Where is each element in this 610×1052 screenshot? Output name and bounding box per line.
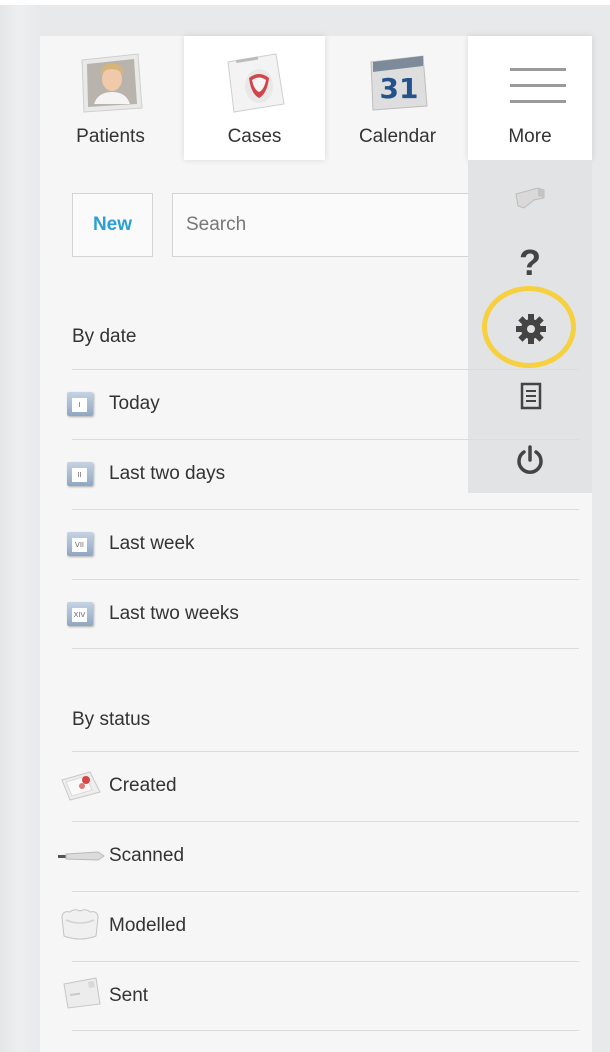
window-top-strip: [0, 0, 610, 5]
settings-highlight-circle: [482, 286, 576, 368]
top-navigation: Patients Cases 31 Calendar More: [40, 36, 592, 160]
list-divider: [72, 1030, 579, 1031]
list-item-last-two-days[interactable]: II Last two days: [67, 439, 579, 509]
list-item-label: Today: [109, 393, 160, 414]
help-question-icon: ?: [519, 242, 541, 283]
list-item-modelled[interactable]: Modelled: [61, 891, 579, 961]
calendar-day-icon: VII: [67, 532, 93, 556]
created-case-icon: [61, 771, 101, 801]
search-placeholder: Search: [186, 214, 247, 235]
calendar-day-icon: XIV: [67, 602, 93, 626]
calendar-day: 31: [380, 72, 419, 105]
nav-calendar[interactable]: 31 Calendar: [327, 36, 468, 160]
calendar-numeral: XIV: [72, 608, 87, 622]
nav-cases[interactable]: Cases: [184, 36, 325, 160]
list-item-label: Modelled: [109, 915, 187, 936]
list-item-today[interactable]: I Today: [67, 369, 579, 439]
by-status-heading: By status: [72, 709, 151, 730]
list-item-scanned[interactable]: Scanned: [58, 821, 579, 891]
nav-more[interactable]: More: [468, 36, 592, 160]
nav-calendar-label: Calendar: [358, 126, 437, 147]
list-item-label: Created: [109, 775, 177, 796]
nav-patients-label: Patients: [76, 126, 145, 147]
list-item-label: Last two days: [109, 463, 226, 484]
hamburger-menu-icon: [510, 68, 566, 103]
list-item-created[interactable]: Created: [61, 751, 579, 821]
list-item-label: Last week: [109, 533, 195, 554]
envelope-icon: [63, 977, 101, 1009]
list-item-label: Last two weeks: [109, 603, 239, 624]
menu-item-help[interactable]: ?: [468, 236, 592, 292]
calendar-numeral: II: [72, 468, 87, 482]
list-item-label: Scanned: [109, 845, 185, 866]
search-input[interactable]: Search: [172, 193, 468, 257]
nav-cases-label: Cases: [227, 126, 282, 147]
list-item-last-two-weeks[interactable]: XIV Last two weeks: [67, 579, 579, 649]
nav-more-label: More: [508, 126, 552, 147]
dental-model-icon: [61, 909, 99, 940]
by-date-heading: By date: [72, 326, 137, 347]
scanner-wand-icon: [58, 851, 105, 861]
list-item-sent[interactable]: Sent: [63, 961, 579, 1031]
calendar-numeral: VII: [72, 538, 87, 552]
nav-patients[interactable]: Patients: [40, 36, 181, 160]
calendar-day-icon: II: [67, 462, 93, 486]
calendar-day-icon: I: [67, 392, 93, 416]
patient-photo-icon: [81, 53, 143, 113]
calendar-icon: 31: [370, 55, 428, 111]
scanner-device-icon: [515, 187, 545, 209]
cases-document-icon: [227, 53, 285, 113]
new-button[interactable]: New: [72, 193, 153, 257]
calendar-numeral: I: [72, 398, 87, 412]
list-item-label: Sent: [109, 985, 149, 1006]
list-item-last-week[interactable]: VII Last week: [67, 509, 579, 579]
menu-item-scanner[interactable]: [468, 170, 592, 226]
